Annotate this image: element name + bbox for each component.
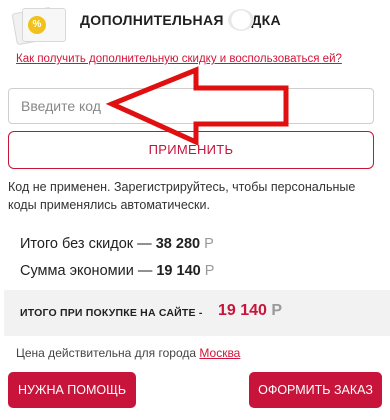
percent-badge-icon: %	[28, 16, 46, 34]
city-price-note: Цена действительна для города Москва	[16, 346, 241, 360]
final-total-label: ИТОГО ПРИ ПОКУПКЕ НА САЙТЕ -	[20, 307, 203, 319]
need-help-button[interactable]: НУЖНА ПОМОЩЬ	[8, 372, 136, 408]
total-without-discount-value: 38 280	[155, 236, 201, 252]
currency-sign: Р	[204, 236, 214, 252]
currency-sign: Р	[204, 263, 215, 279]
code-status-message: Код не применен. Зарегистрируйтесь, чтоб…	[8, 180, 356, 212]
final-total-band: ИТОГО ПРИ ПОКУПКЕ НА САЙТЕ - 19 140 Р	[4, 290, 390, 336]
apply-code-button[interactable]: ПРИМЕНИТЬ	[8, 131, 374, 169]
discount-help-link[interactable]: Как получить дополнительную скидку и вос…	[16, 53, 342, 65]
savings-total: Сумма экономии — 19 140 Р	[20, 263, 215, 279]
final-total-value: 19 140 Р	[218, 302, 283, 319]
currency-sign: Р	[271, 302, 283, 319]
city-link[interactable]: Москва	[199, 346, 240, 360]
promo-header: % ДОПОЛНИТЕЛЬНАЯ СК ДКА	[0, 0, 390, 52]
checkout-button[interactable]: ОФОРМИТЬ ЗАКАЗ	[249, 372, 382, 408]
coupon-icon: %	[22, 8, 66, 42]
order-totals: Итого без скидок — 38 280 Р Сумма эконом…	[20, 234, 214, 288]
title-obscuring-mark	[228, 9, 254, 31]
total-without-discount: Итого без скидок — 38 280 Р	[20, 236, 214, 252]
savings-value: 19 140	[156, 263, 201, 279]
promo-code-input[interactable]	[8, 88, 374, 124]
